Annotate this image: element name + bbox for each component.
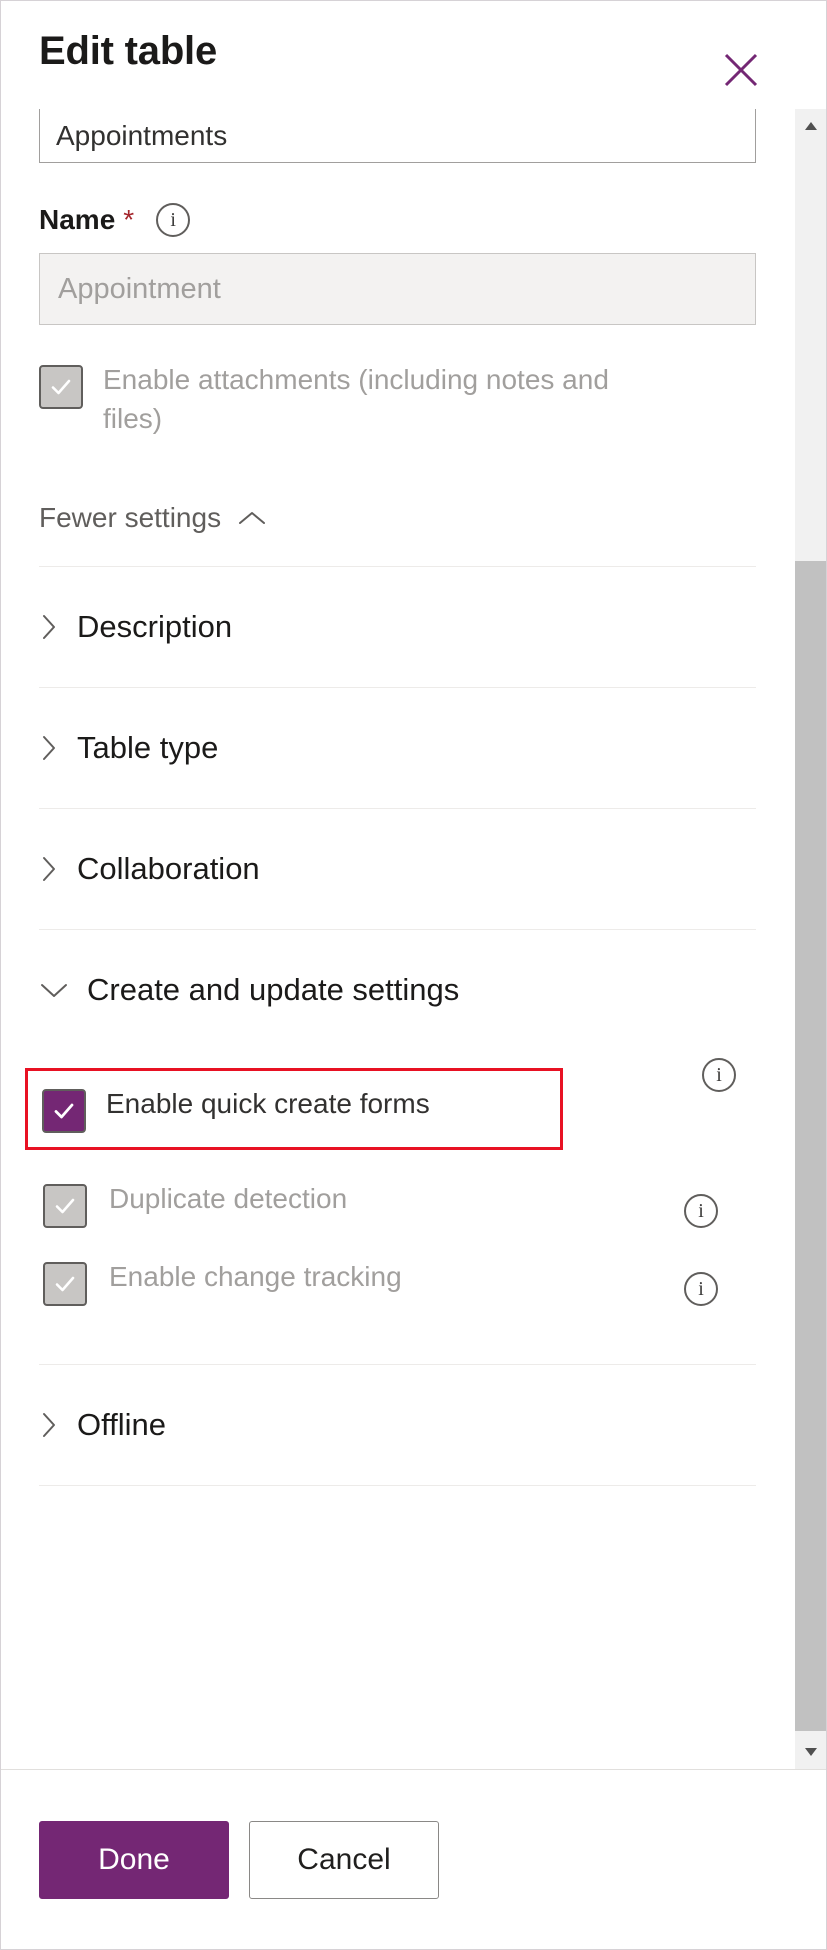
section-label: Collaboration bbox=[77, 851, 260, 887]
info-icon[interactable]: i bbox=[156, 203, 191, 237]
name-field-label: Name bbox=[39, 204, 116, 235]
duplicate-detection-checkbox bbox=[43, 1184, 87, 1229]
edit-table-panel: Edit table Appointments Name * i Appoint… bbox=[0, 0, 827, 1950]
panel-header: Edit table bbox=[1, 1, 826, 109]
change-tracking-row[interactable]: Enable change tracking bbox=[43, 1258, 402, 1307]
required-asterisk: * bbox=[123, 204, 135, 235]
name-input[interactable] bbox=[39, 253, 756, 325]
close-icon[interactable] bbox=[714, 43, 768, 97]
chevron-down-icon bbox=[39, 980, 69, 1000]
chevron-right-icon bbox=[39, 612, 59, 642]
scrollbar-track[interactable] bbox=[794, 143, 826, 1735]
checkmark-icon bbox=[54, 1103, 74, 1119]
chevron-right-icon bbox=[39, 854, 59, 884]
scroll-region: Appointments Name * i Enable attachments… bbox=[1, 109, 826, 1769]
form-body: Appointments Name * i Enable attachments… bbox=[1, 109, 794, 1769]
vertical-scrollbar[interactable] bbox=[794, 109, 826, 1769]
section-header-description[interactable]: Description bbox=[39, 567, 756, 687]
option-row-duplicate-detection: Duplicate detection i bbox=[43, 1180, 756, 1229]
section-header-table-type[interactable]: Table type bbox=[39, 688, 756, 808]
section-header-create-and-update-settings[interactable]: Create and update settings bbox=[39, 930, 756, 1050]
section-header-collaboration[interactable]: Collaboration bbox=[39, 809, 756, 929]
name-label-row: Name * i bbox=[39, 203, 756, 237]
display-name-input[interactable]: Appointments bbox=[39, 109, 756, 163]
info-icon[interactable]: i bbox=[684, 1194, 718, 1229]
checkmark-icon bbox=[51, 379, 71, 395]
divider bbox=[39, 1485, 756, 1487]
quick-create-forms-row[interactable]: Enable quick create forms bbox=[42, 1085, 544, 1134]
checkmark-icon bbox=[55, 1276, 75, 1292]
info-slot: i bbox=[690, 1050, 756, 1093]
change-tracking-label: Enable change tracking bbox=[109, 1261, 402, 1293]
quick-create-forms-label: Enable quick create forms bbox=[106, 1088, 430, 1120]
chevron-up-icon bbox=[237, 508, 267, 528]
chevron-right-icon bbox=[39, 733, 59, 763]
section-label: Description bbox=[77, 609, 233, 645]
section-label: Table type bbox=[77, 730, 219, 766]
info-icon[interactable]: i bbox=[684, 1272, 718, 1307]
cancel-button[interactable]: Cancel bbox=[249, 1820, 439, 1899]
quick-create-forms-checkbox[interactable] bbox=[42, 1089, 86, 1134]
info-slot: i bbox=[684, 1180, 756, 1229]
fewer-settings-label: Fewer settings bbox=[39, 502, 222, 534]
duplicate-detection-label: Duplicate detection bbox=[109, 1183, 348, 1215]
info-slot: i bbox=[684, 1258, 756, 1307]
attachments-checkbox-label: Enable attachments (including notes and … bbox=[103, 364, 609, 434]
fewer-settings-toggle[interactable]: Fewer settings bbox=[39, 502, 267, 534]
scroll-up-arrow-icon[interactable] bbox=[795, 109, 827, 143]
close-glyph bbox=[724, 53, 758, 87]
option-row-quick-create-forms: Enable quick create forms i bbox=[25, 1050, 756, 1151]
scroll-down-arrow-icon[interactable] bbox=[795, 1735, 827, 1769]
info-icon[interactable]: i bbox=[702, 1058, 736, 1093]
duplicate-detection-row[interactable]: Duplicate detection bbox=[43, 1180, 348, 1229]
display-name-value: Appointments bbox=[56, 119, 228, 151]
option-row-change-tracking: Enable change tracking i bbox=[43, 1258, 756, 1307]
section-label: Create and update settings bbox=[87, 972, 460, 1008]
highlight-annotation: Enable quick create forms bbox=[25, 1068, 563, 1151]
attachments-checkbox-row[interactable]: Enable attachments (including notes and … bbox=[39, 361, 756, 438]
checkmark-icon bbox=[55, 1198, 75, 1214]
attachments-checkbox bbox=[39, 365, 83, 409]
chevron-right-icon bbox=[39, 1410, 59, 1440]
section-header-offline[interactable]: Offline bbox=[39, 1365, 756, 1485]
done-button[interactable]: Done bbox=[39, 1820, 229, 1899]
page-title: Edit table bbox=[39, 29, 218, 73]
scrollbar-thumb[interactable] bbox=[794, 561, 826, 1731]
create-update-options: Enable quick create forms i Duplicate de… bbox=[25, 1050, 756, 1307]
panel-footer: Done Cancel bbox=[1, 1769, 826, 1949]
section-label: Offline bbox=[77, 1407, 167, 1443]
change-tracking-checkbox bbox=[43, 1262, 87, 1307]
